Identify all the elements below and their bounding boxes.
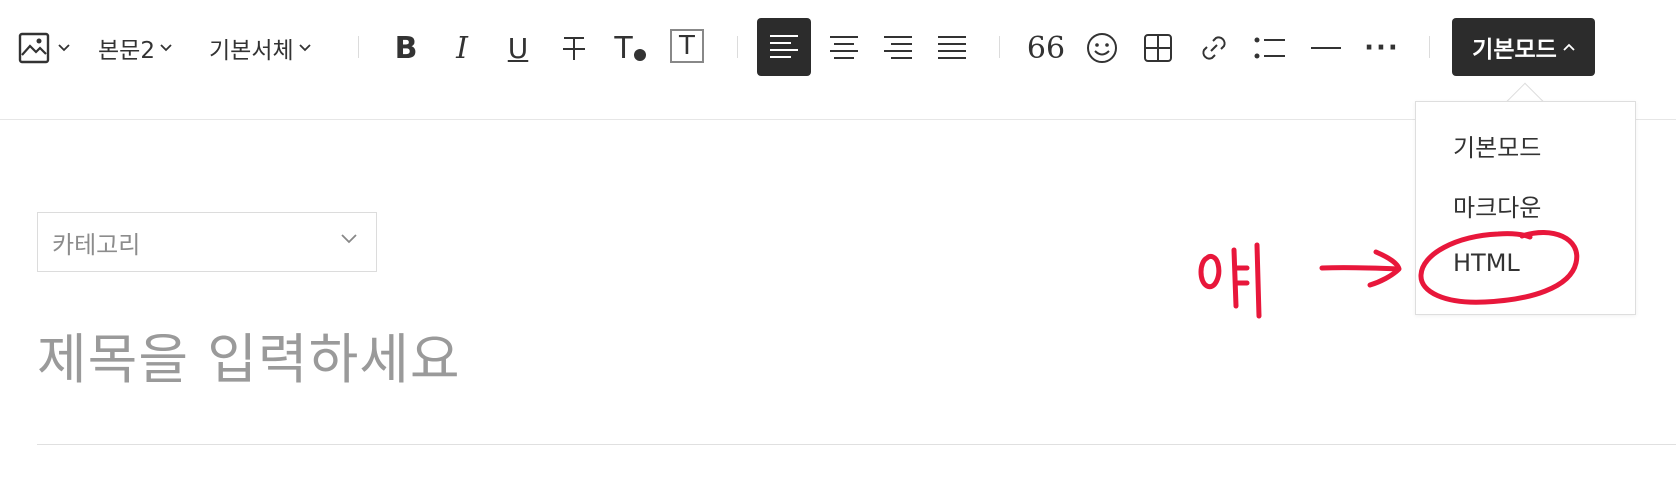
annotation-circle	[1418, 230, 1580, 305]
annotation-text-mark	[1198, 242, 1262, 319]
handwritten-annotation	[1198, 230, 1580, 319]
annotation-arrow	[1319, 249, 1402, 288]
